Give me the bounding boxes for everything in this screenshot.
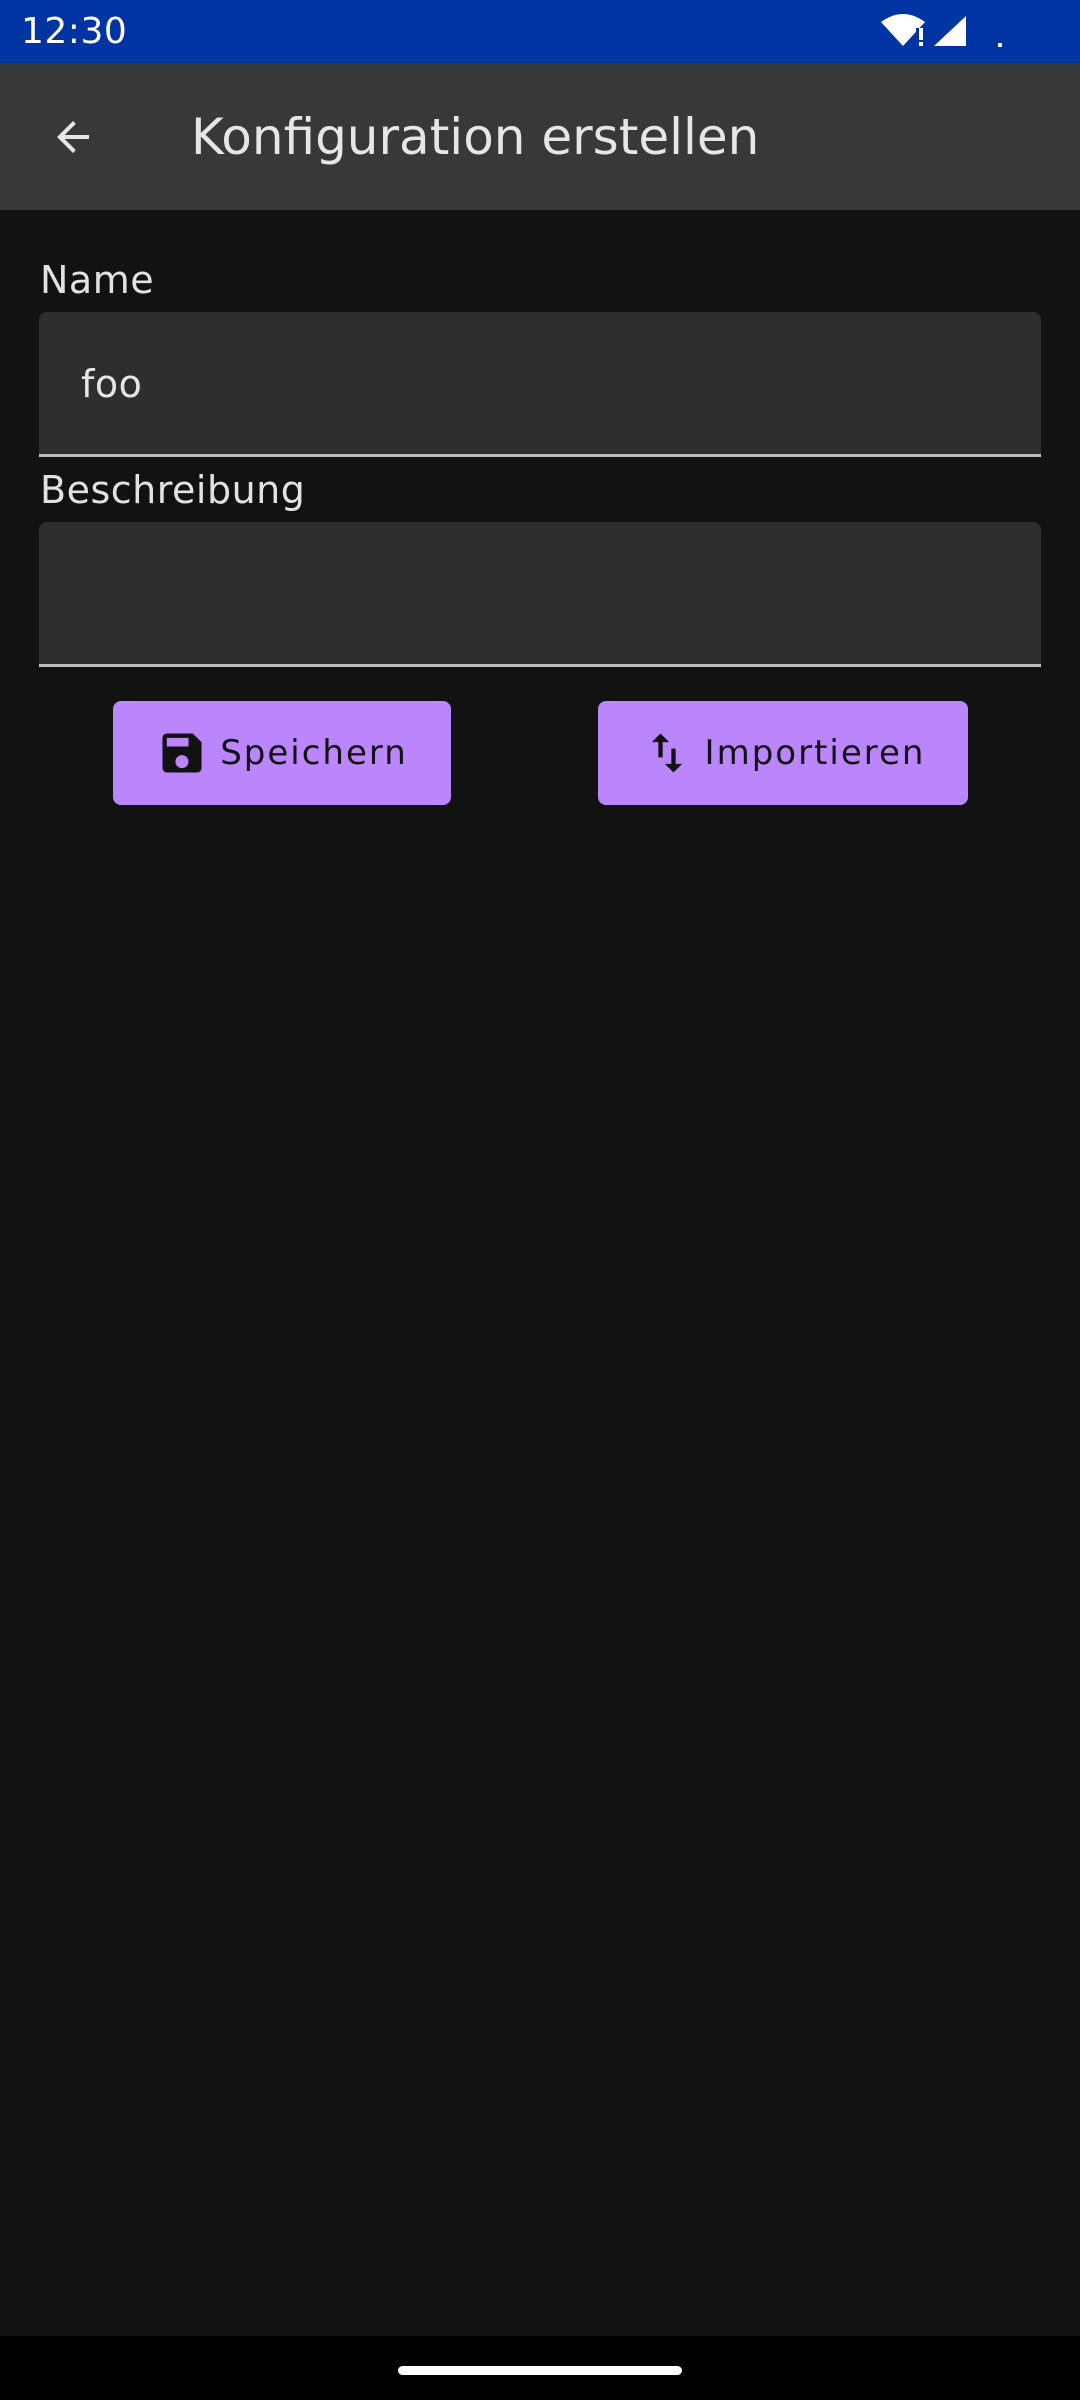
arrow-back-icon [57,121,89,153]
save-button-label: Speichern [220,733,408,773]
status-time: 12:30 [21,11,128,52]
import-export-icon [651,733,682,773]
screen: 12:30 Konfiguration erstellen Name foo B… [0,0,1080,2400]
status-icons [880,0,1080,63]
save-button[interactable]: Speichern [113,701,451,805]
name-label: Name [40,258,155,302]
signal-icon [934,16,966,46]
wifi-icon [881,14,925,46]
description-label: Beschreibung [40,468,306,512]
name-field[interactable]: foo [39,312,1041,457]
import-button[interactable]: Importieren [598,701,968,805]
save-icon [162,733,202,773]
back-button[interactable] [30,104,116,170]
home-indicator[interactable] [398,2366,682,2375]
navigation-bar [0,2336,1080,2400]
description-field[interactable] [39,522,1041,667]
import-button-label: Importieren [704,733,926,773]
page-title: Konfiguration erstellen [191,108,760,166]
name-field-value: foo [81,362,143,406]
battery-icon [998,43,1002,47]
app-bar: Konfiguration erstellen [0,63,1080,210]
status-bar: 12:30 [0,0,1080,63]
